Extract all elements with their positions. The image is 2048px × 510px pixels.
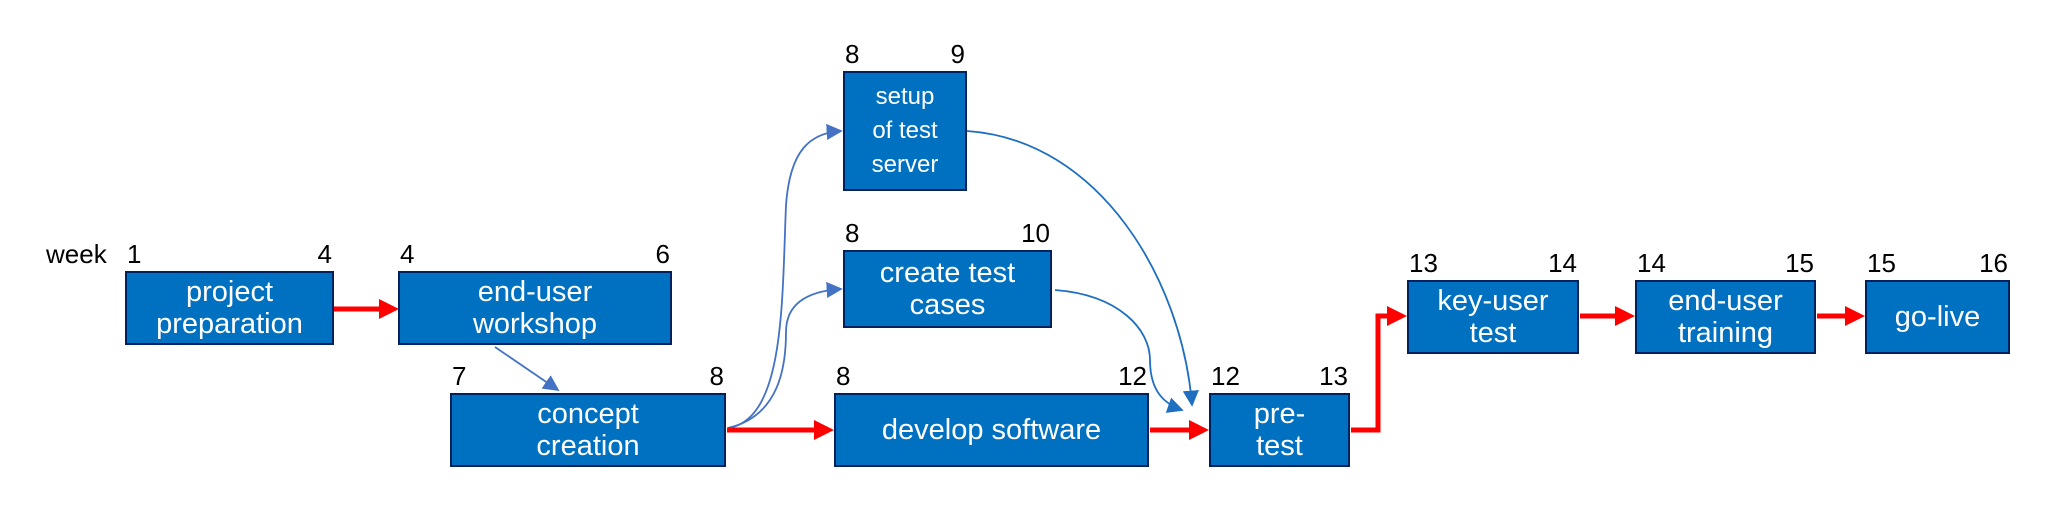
- task-end-user-training: end-user training: [1635, 280, 1816, 354]
- task-pre-test: pre- test: [1209, 393, 1350, 467]
- arrow-concept-creation-to-setup-of-test-server: [727, 123, 843, 429]
- arrow-create-test-cases-to-pre-test: [1054, 289, 1184, 413]
- end-week-label: 16: [1979, 248, 2008, 278]
- arrow-concept-creation-to-create-test-cases: [727, 281, 843, 429]
- end-week-label: 12: [1118, 361, 1147, 391]
- end-week-label: 15: [1785, 248, 1814, 278]
- arrow-end-user-workshop-to-concept-creation: [494, 346, 560, 392]
- end-week-label: 8: [709, 361, 724, 391]
- start-week-label: 15: [1867, 248, 1896, 278]
- start-week-label: 7: [452, 361, 467, 391]
- arrow-pre-test-to-key-user-test: [1351, 306, 1407, 433]
- start-week-label: 8: [845, 218, 860, 248]
- end-week-label: 4: [317, 239, 332, 269]
- end-week-label: 13: [1319, 361, 1348, 391]
- start-week-label: 12: [1211, 361, 1240, 391]
- end-week-label: 10: [1021, 218, 1050, 248]
- start-week-label: 4: [400, 239, 415, 269]
- task-create-test-cases: create test cases: [843, 250, 1052, 328]
- start-week-label: 8: [836, 361, 851, 391]
- week-label: week: [46, 239, 107, 269]
- start-week-label: 14: [1637, 248, 1666, 278]
- start-week-label: 1: [127, 239, 142, 269]
- task-develop-software: develop software: [834, 393, 1149, 467]
- task-go-live: go-live: [1865, 280, 2010, 354]
- end-week-label: 9: [950, 39, 965, 69]
- task-project-preparation: project preparation: [125, 271, 334, 345]
- start-week-label: 8: [845, 39, 860, 69]
- task-setup-of-test-server: setup of test server: [843, 71, 967, 191]
- task-end-user-workshop: end-user workshop: [398, 271, 672, 345]
- start-week-label: 13: [1409, 248, 1438, 278]
- end-week-label: 14: [1548, 248, 1577, 278]
- task-key-user-test: key-user test: [1407, 280, 1579, 354]
- end-week-label: 6: [655, 239, 670, 269]
- task-concept-creation: concept creation: [450, 393, 726, 467]
